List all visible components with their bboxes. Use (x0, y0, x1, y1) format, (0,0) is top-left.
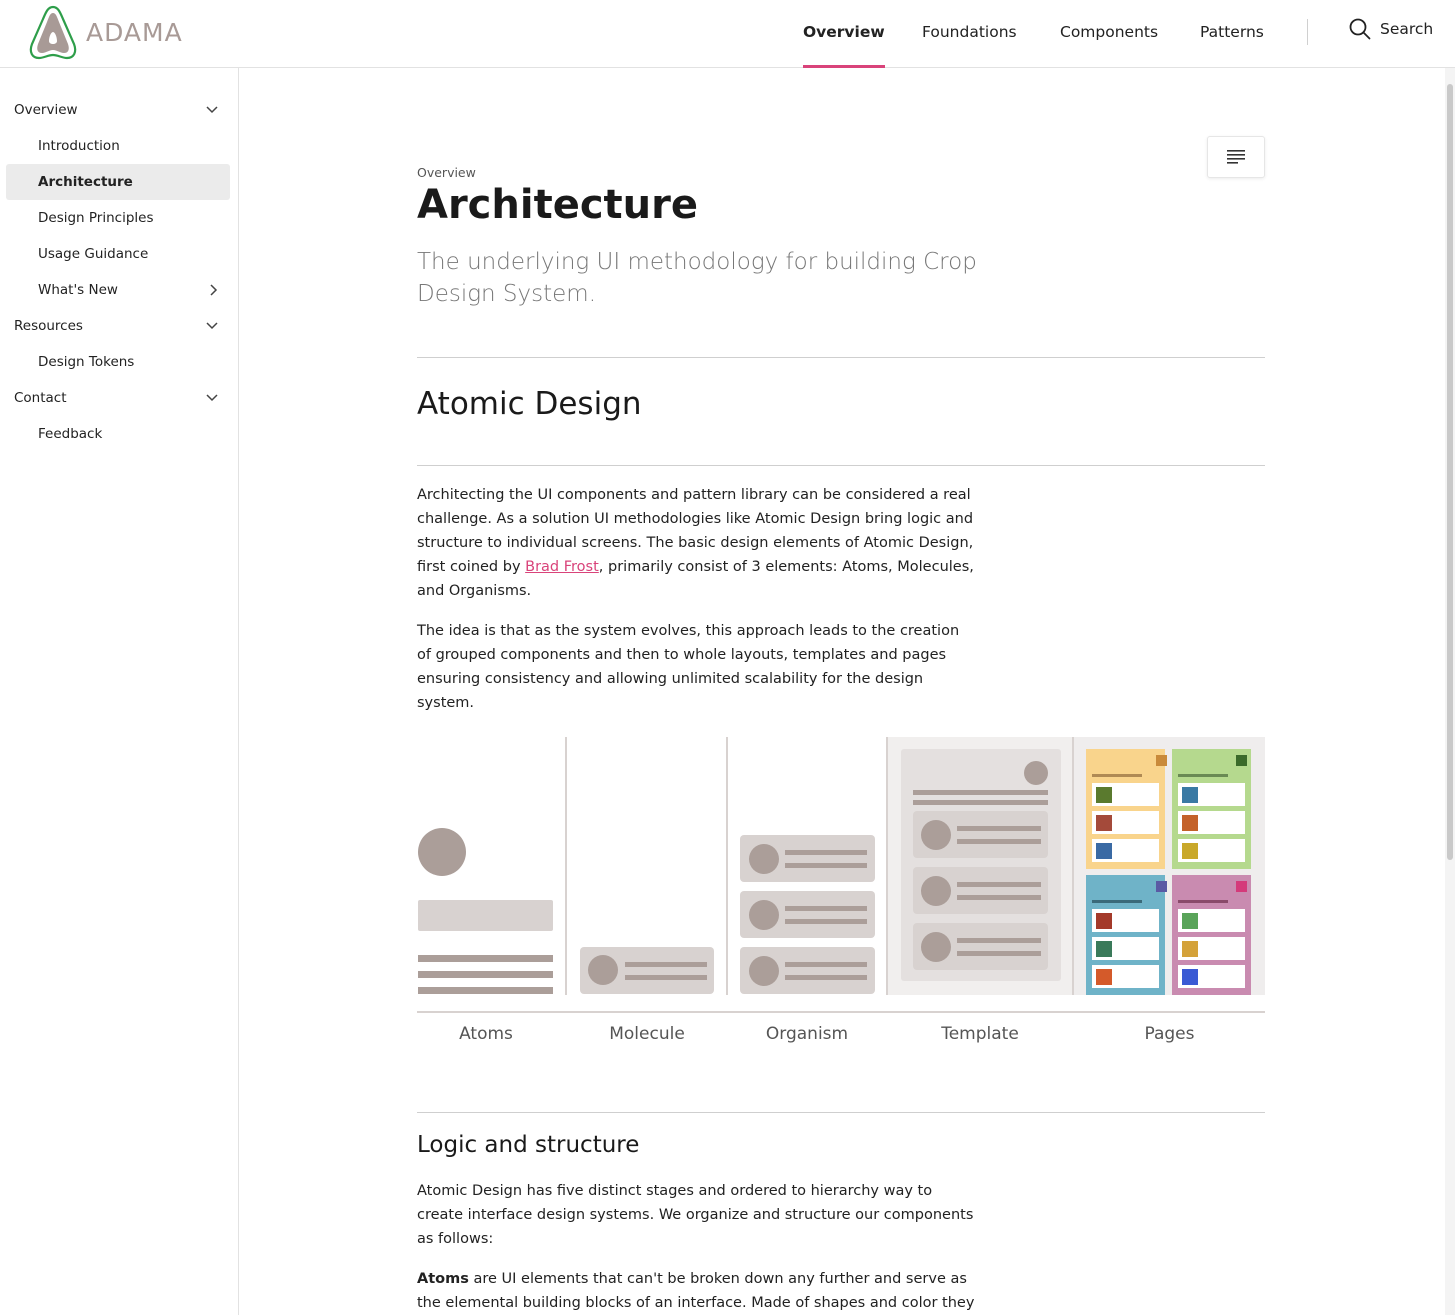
search-label: Search (1380, 20, 1434, 38)
sidebar-item-label: Design Principles (38, 210, 154, 226)
divider (417, 357, 1265, 358)
nav-foundations[interactable]: Foundations (922, 0, 1017, 68)
atomic-design-illustration (417, 737, 1265, 1013)
chevron-right-icon (210, 272, 218, 308)
idea-paragraph: The idea is that as the system evolves, … (417, 623, 960, 711)
sidebar-item-label: Overview (14, 102, 78, 118)
page-title: Architecture (417, 182, 698, 228)
nav-components[interactable]: Components (1060, 0, 1158, 68)
brad-frost-link[interactable]: Brad Frost (525, 559, 599, 575)
diagram-label-pages: Pages (1144, 1024, 1195, 1044)
sidebar: Overview Introduction Architecture Desig… (0, 68, 239, 1315)
sidebar-item-label: Resources (14, 318, 83, 334)
search-icon (1349, 18, 1371, 40)
sidebar-item-resources[interactable]: Resources (6, 308, 230, 344)
sidebar-item-introduction[interactable]: Introduction (6, 128, 230, 164)
sidebar-item-label: Contact (14, 390, 67, 406)
divider (417, 465, 1265, 466)
sidebar-item-design-tokens[interactable]: Design Tokens (6, 344, 230, 380)
atomic-design-diagram: Atoms Molecule Organism Template Pages (417, 737, 1265, 1061)
sidebar-item-contact[interactable]: Contact (6, 380, 230, 416)
sidebar-item-overview[interactable]: Overview (6, 92, 230, 128)
sidebar-item-usage-guidance[interactable]: Usage Guidance (6, 236, 230, 272)
top-header: ADAMA Overview Foundations Components Pa… (0, 0, 1455, 68)
sidebar-item-label: Feedback (38, 426, 103, 442)
section-title-logic-structure: Logic and structure (417, 1132, 640, 1158)
sidebar-item-architecture[interactable]: Architecture (6, 164, 230, 200)
chevron-down-icon (206, 92, 218, 128)
diagram-label-molecule: Molecule (609, 1024, 685, 1044)
intro-paragraph: Architecting the UI components and patte… (417, 483, 977, 603)
atoms-paragraph: Atoms are UI elements that can't be brok… (417, 1267, 987, 1315)
toc-lines-icon (1227, 150, 1245, 164)
sidebar-item-label: Architecture (38, 174, 133, 190)
adama-logo[interactable]: ADAMA (28, 4, 183, 60)
sidebar-item-design-principles[interactable]: Design Principles (6, 200, 230, 236)
sidebar-item-label: Introduction (38, 138, 120, 154)
adama-logo-icon (29, 5, 77, 60)
page-subtitle: The underlying UI methodology for buildi… (417, 249, 977, 307)
sidebar-item-label: Design Tokens (38, 354, 135, 370)
nav-divider (1307, 19, 1308, 45)
chevron-down-icon (206, 380, 218, 416)
diagram-label-organism: Organism (765, 1024, 849, 1044)
divider (417, 1112, 1265, 1113)
breadcrumb[interactable]: Overview (417, 165, 476, 180)
logic-paragraph: Atomic Design has five distinct stages a… (417, 1183, 974, 1247)
sidebar-item-label: Usage Guidance (38, 246, 149, 262)
search-button[interactable]: Search (1349, 18, 1433, 40)
section-title-atomic-design: Atomic Design (417, 386, 642, 422)
diagram-label-atoms: Atoms (459, 1024, 513, 1044)
sidebar-item-whats-new[interactable]: What's New (6, 272, 230, 308)
brand-name: ADAMA (86, 17, 183, 47)
nav-patterns[interactable]: Patterns (1200, 0, 1264, 68)
para-text: are UI elements that can't be broken dow… (417, 1271, 975, 1311)
nav-overview[interactable]: Overview (803, 0, 885, 68)
table-of-contents-button[interactable] (1207, 136, 1265, 178)
scrollbar-thumb[interactable] (1447, 84, 1453, 860)
sidebar-item-label: What's New (38, 282, 118, 298)
atoms-term: Atoms (417, 1271, 469, 1287)
page-scrollbar[interactable] (1445, 68, 1455, 1315)
sidebar-item-feedback[interactable]: Feedback (6, 416, 230, 452)
diagram-label-template: Template (941, 1024, 1019, 1044)
chevron-down-icon (206, 308, 218, 344)
